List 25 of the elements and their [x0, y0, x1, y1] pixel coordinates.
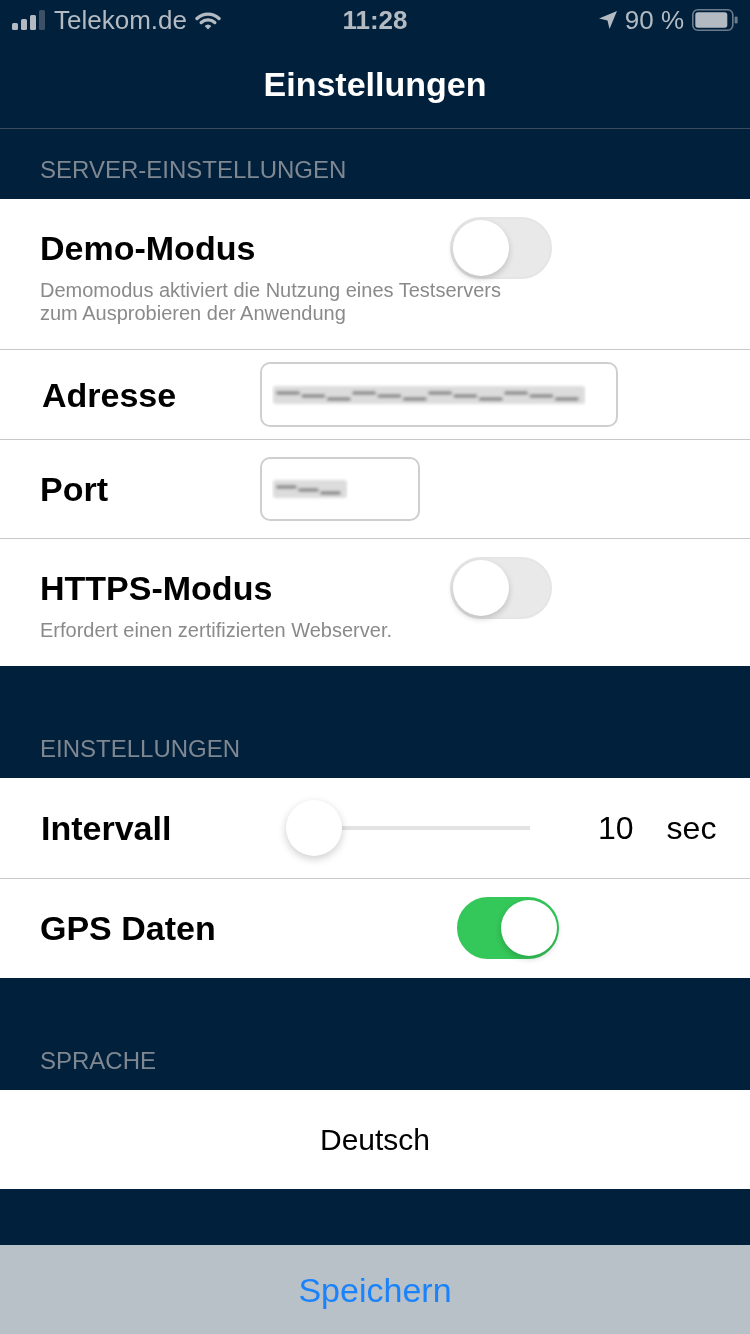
status-time: 11:28: [342, 5, 408, 35]
location-arrow-icon: [598, 11, 617, 29]
section-header: SPRACHE: [40, 1047, 157, 1075]
battery-percent: 90 %: [624, 5, 684, 35]
setting-label: Port: [40, 469, 109, 509]
setting-label: Demo-Modus: [40, 228, 257, 268]
wifi-icon: [194, 10, 221, 30]
slider-thumb[interactable]: [286, 800, 342, 856]
nav-title: Einstellungen: [263, 64, 487, 104]
battery-icon: [692, 9, 738, 31]
setting-label: Adresse: [42, 374, 178, 415]
section-header: SERVER-EINSTELLUNGEN: [40, 156, 347, 184]
input-field[interactable]: [260, 362, 618, 427]
setting-label: GPS Daten: [40, 908, 217, 948]
slider-unit: sec: [666, 809, 717, 847]
signal-icon: [12, 10, 46, 30]
slider-value: 10: [598, 809, 634, 847]
section-header: EINSTELLUNGEN: [40, 735, 241, 763]
toggle-switch[interactable]: [457, 897, 559, 959]
input-field[interactable]: [260, 457, 420, 521]
setting-description: Erfordert einen zertifizierten Webserver.: [40, 619, 393, 643]
carrier-name: Telekom.de: [54, 5, 187, 35]
setting-description: Demomodus aktiviert die Nutzung eines Testservers zum Ausprobieren der Anwendung: [40, 279, 502, 326]
setting-label: HTTPS-Modus: [40, 568, 274, 608]
setting-label: Intervall: [41, 808, 173, 848]
